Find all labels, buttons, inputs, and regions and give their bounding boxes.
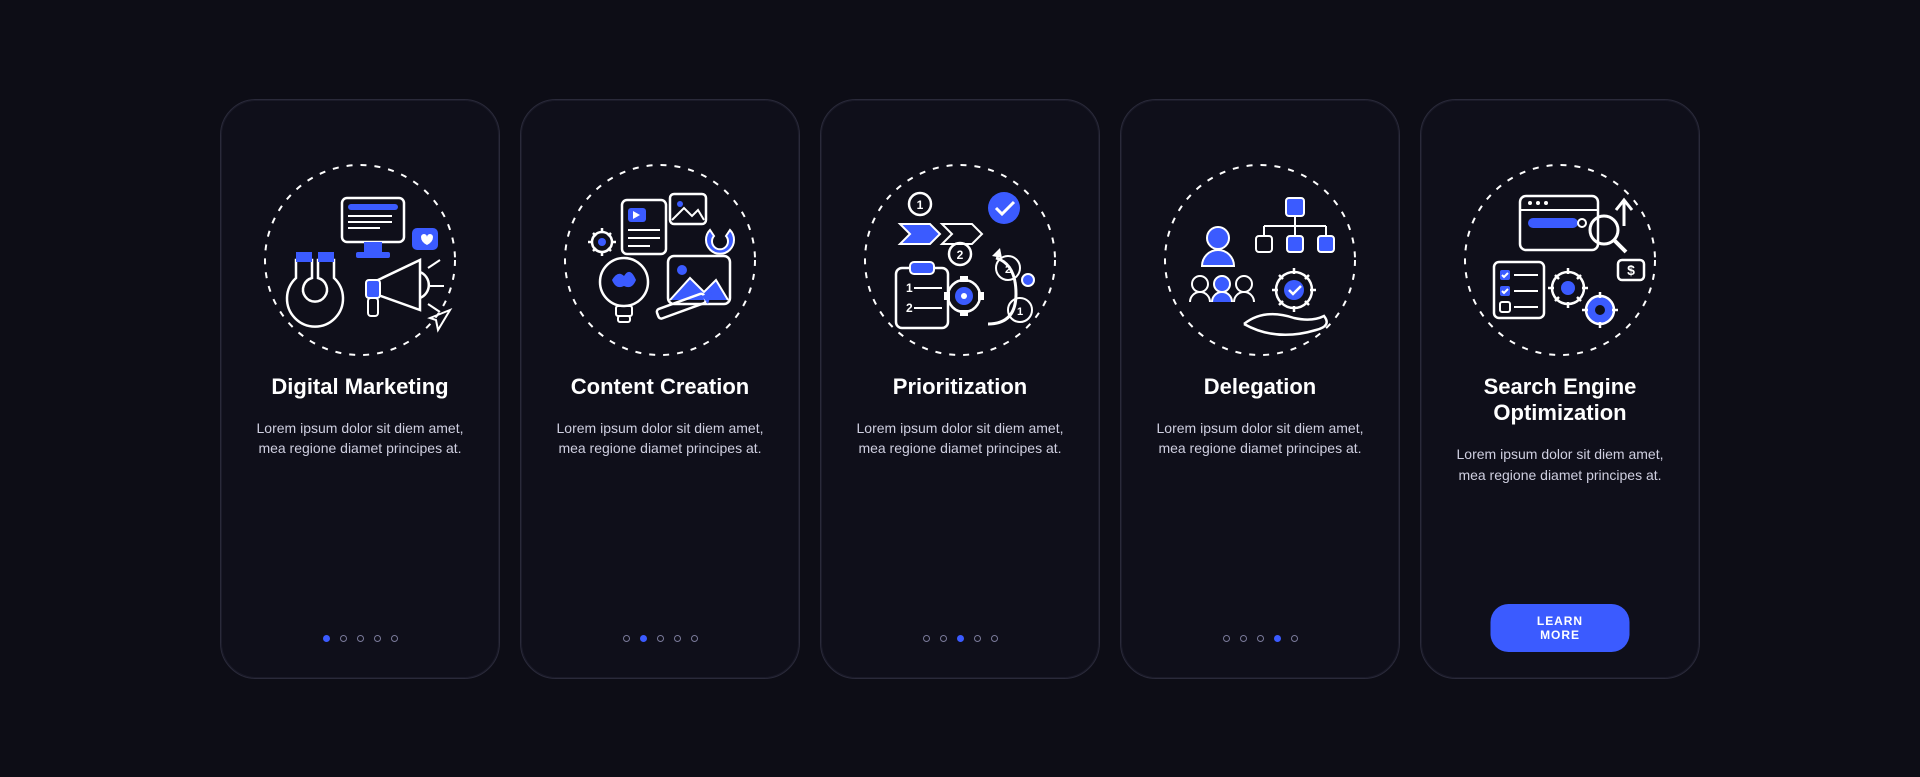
onboarding-card-seo: $ Search Engine Optimization Lorem ipsum… bbox=[1420, 99, 1700, 679]
dot-1[interactable] bbox=[323, 635, 330, 642]
dot-4[interactable] bbox=[674, 635, 681, 642]
dot-3[interactable] bbox=[657, 635, 664, 642]
dot-2[interactable] bbox=[1240, 635, 1247, 642]
delegation-icon bbox=[1160, 160, 1360, 360]
svg-text:2: 2 bbox=[957, 248, 964, 262]
svg-text:2: 2 bbox=[1005, 264, 1011, 276]
dot-5[interactable] bbox=[391, 635, 398, 642]
learn-more-button[interactable]: LEARN MORE bbox=[1491, 604, 1630, 652]
card-description: Lorem ipsum dolor sit diem amet, mea reg… bbox=[243, 418, 477, 459]
page-indicator bbox=[521, 635, 799, 642]
dot-4[interactable] bbox=[974, 635, 981, 642]
dot-4[interactable] bbox=[1274, 635, 1281, 642]
card-title: Search Engine Optimization bbox=[1443, 374, 1677, 427]
page-indicator bbox=[1121, 635, 1399, 642]
onboarding-card-delegation: Delegation Lorem ipsum dolor sit diem am… bbox=[1120, 99, 1400, 679]
dot-4[interactable] bbox=[374, 635, 381, 642]
dot-3[interactable] bbox=[1257, 635, 1264, 642]
svg-text:1: 1 bbox=[1017, 306, 1023, 318]
digital-marketing-icon bbox=[260, 160, 460, 360]
page-indicator bbox=[221, 635, 499, 642]
svg-text:1: 1 bbox=[917, 198, 924, 212]
card-description: Lorem ipsum dolor sit diem amet, mea reg… bbox=[1143, 418, 1377, 459]
card-title: Digital Marketing bbox=[271, 374, 448, 400]
seo-icon: $ bbox=[1460, 160, 1660, 360]
svg-text:2: 2 bbox=[906, 301, 913, 315]
dot-1[interactable] bbox=[623, 635, 630, 642]
card-description: Lorem ipsum dolor sit diem amet, mea reg… bbox=[843, 418, 1077, 459]
dot-1[interactable] bbox=[923, 635, 930, 642]
svg-text:$: $ bbox=[1627, 262, 1635, 278]
onboarding-card-digital-marketing: Digital Marketing Lorem ipsum dolor sit … bbox=[220, 99, 500, 679]
page-indicator bbox=[821, 635, 1099, 642]
dot-5[interactable] bbox=[991, 635, 998, 642]
card-description: Lorem ipsum dolor sit diem amet, mea reg… bbox=[1443, 444, 1677, 485]
card-description: Lorem ipsum dolor sit diem amet, mea reg… bbox=[543, 418, 777, 459]
onboarding-card-prioritization: 1 2 1 2 2 bbox=[820, 99, 1100, 679]
dot-1[interactable] bbox=[1223, 635, 1230, 642]
svg-text:1: 1 bbox=[906, 281, 913, 295]
prioritization-icon: 1 2 1 2 2 bbox=[860, 160, 1060, 360]
dot-2[interactable] bbox=[940, 635, 947, 642]
dot-2[interactable] bbox=[640, 635, 647, 642]
dot-3[interactable] bbox=[357, 635, 364, 642]
dot-5[interactable] bbox=[691, 635, 698, 642]
dot-5[interactable] bbox=[1291, 635, 1298, 642]
card-title: Content Creation bbox=[571, 374, 749, 400]
dot-2[interactable] bbox=[340, 635, 347, 642]
onboarding-card-content-creation: Content Creation Lorem ipsum dolor sit d… bbox=[520, 99, 800, 679]
content-creation-icon bbox=[560, 160, 760, 360]
dot-3[interactable] bbox=[957, 635, 964, 642]
card-title: Delegation bbox=[1204, 374, 1316, 400]
card-title: Prioritization bbox=[893, 374, 1027, 400]
onboarding-row: Digital Marketing Lorem ipsum dolor sit … bbox=[20, 99, 1900, 679]
